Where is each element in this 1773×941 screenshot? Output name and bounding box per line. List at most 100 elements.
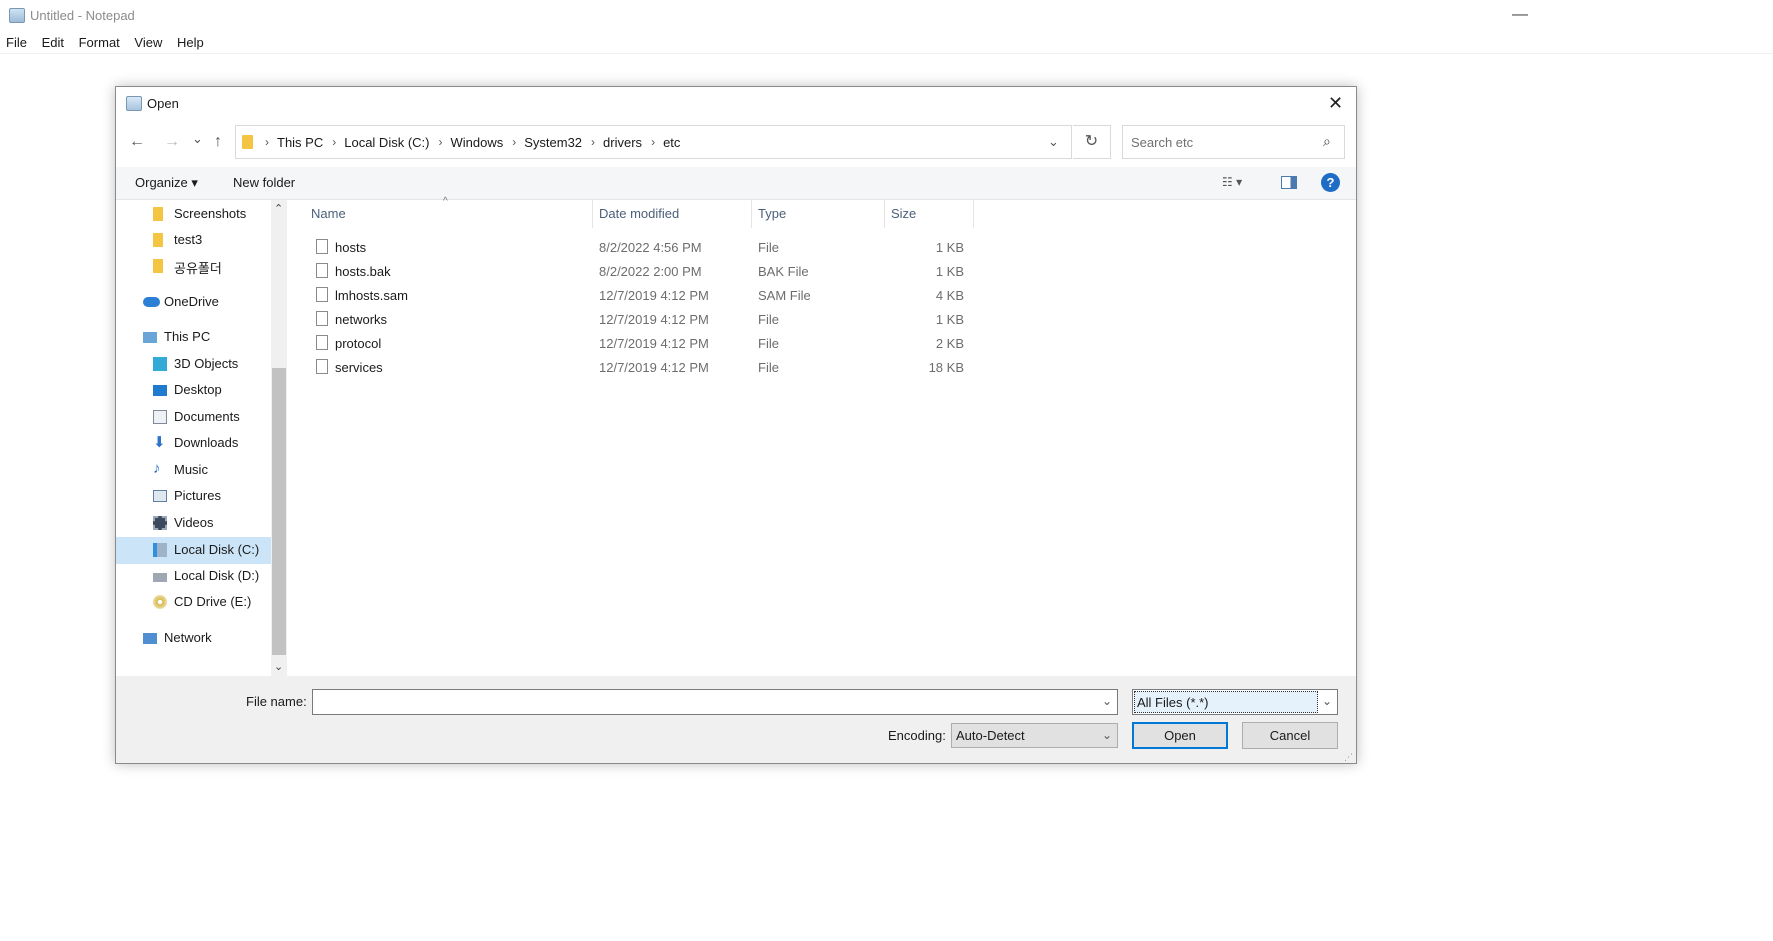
file-icon	[316, 239, 328, 254]
file-row[interactable]: protocol 12/7/2019 4:12 PM File 2 KB	[288, 331, 988, 355]
nav-item-this-pc[interactable]: This PC	[143, 327, 271, 351]
breadcrumb-drivers[interactable]: drivers	[603, 135, 642, 150]
column-divider[interactable]	[592, 200, 593, 228]
nav-scrollbar[interactable]: ⌃ ⌄	[271, 200, 287, 676]
search-input[interactable]: Search etc ⌕	[1122, 125, 1345, 159]
scroll-thumb[interactable]	[272, 368, 286, 655]
nav-item-label: Downloads	[174, 435, 239, 450]
recent-locations-icon[interactable]: ⌄	[192, 131, 203, 147]
encoding-select[interactable]: Auto-Detect ⌄	[951, 723, 1118, 748]
file-size: 2 KB	[935, 336, 964, 351]
change-view-icon[interactable]: ☷ ▾	[1222, 175, 1242, 189]
breadcrumb-this-pc[interactable]: This PC	[277, 135, 323, 150]
menu-file[interactable]: File	[6, 34, 27, 50]
nav-item-desktop[interactable]: Desktop	[153, 380, 271, 404]
nav-item-label: test3	[174, 232, 203, 247]
notepad-titlebar: Untitled - Notepad —	[0, 0, 1773, 32]
nav-item-label: 공유폴더	[174, 261, 222, 276]
file-size: 4 KB	[935, 288, 964, 303]
file-name-input[interactable]: ⌄	[312, 689, 1118, 715]
file-type: BAK File	[758, 264, 809, 279]
encoding-value: Auto-Detect	[956, 728, 1025, 743]
nav-item-pictures[interactable]: Pictures	[153, 486, 271, 510]
menu-format[interactable]: Format	[79, 34, 120, 50]
folder-icon	[153, 233, 163, 247]
nav-item-test3[interactable]: test3	[153, 230, 271, 254]
minimize-icon[interactable]: —	[1512, 6, 1528, 24]
nav-item-shared-folder[interactable]: 공유폴더	[153, 256, 271, 280]
scroll-up-icon[interactable]: ⌃	[274, 202, 283, 215]
cd-icon	[153, 595, 167, 609]
file-type: File	[758, 240, 779, 255]
address-bar[interactable]: › This PC › Local Disk (C:) › Windows › …	[235, 125, 1072, 159]
chevron-down-icon[interactable]: ⌄	[1102, 728, 1112, 742]
open-button[interactable]: Open	[1132, 722, 1228, 749]
chevron-right-icon[interactable]: ›	[429, 135, 450, 150]
column-header-date[interactable]: Date modified	[599, 206, 679, 221]
menu-help[interactable]: Help	[177, 34, 204, 50]
back-arrow-icon[interactable]: ←	[129, 133, 145, 151]
column-header-size[interactable]: Size	[891, 206, 916, 221]
forward-arrow-icon[interactable]: →	[164, 133, 180, 151]
column-header-type[interactable]: Type	[758, 206, 786, 221]
nav-item-music[interactable]: ♪ Music	[153, 460, 271, 484]
file-row[interactable]: lmhosts.sam 12/7/2019 4:12 PM SAM File 4…	[288, 283, 988, 307]
scroll-down-icon[interactable]: ⌄	[274, 660, 283, 673]
resize-grip-icon[interactable]: ⋰	[1344, 752, 1353, 763]
chevron-right-icon[interactable]: ›	[503, 135, 524, 150]
nav-item-documents[interactable]: Documents	[153, 407, 271, 431]
file-icon	[316, 335, 328, 350]
file-row[interactable]: networks 12/7/2019 4:12 PM File 1 KB	[288, 307, 988, 331]
file-name: hosts.bak	[335, 264, 391, 279]
nav-item-videos[interactable]: Videos	[153, 513, 271, 537]
close-icon[interactable]: ✕	[1328, 93, 1343, 114]
nav-item-3d-objects[interactable]: 3D Objects	[153, 354, 271, 378]
nav-item-screenshots[interactable]: Screenshots	[153, 204, 271, 228]
search-icon[interactable]: ⌕	[1323, 133, 1331, 150]
chevron-down-icon[interactable]: ⌄	[1048, 134, 1059, 150]
file-list: Name ^ Date modified Type Size hosts 8/2…	[288, 196, 1356, 676]
preview-pane-icon[interactable]	[1281, 176, 1297, 189]
cancel-button[interactable]: Cancel	[1242, 722, 1338, 749]
nav-item-label: 3D Objects	[174, 356, 239, 371]
breadcrumb-system32[interactable]: System32	[524, 135, 582, 150]
column-divider[interactable]	[973, 200, 974, 228]
refresh-icon[interactable]: ↻	[1073, 125, 1111, 159]
nav-item-downloads[interactable]: ⬇ Downloads	[153, 433, 271, 457]
breadcrumb-local-disk-c[interactable]: Local Disk (C:)	[344, 135, 429, 150]
nav-item-local-disk-c[interactable]: Local Disk (C:)	[116, 537, 271, 564]
file-name: lmhosts.sam	[335, 288, 408, 303]
notepad-icon	[9, 8, 25, 23]
organize-button[interactable]: Organize ▾	[135, 175, 198, 191]
nav-item-cd-drive-e[interactable]: CD Drive (E:)	[153, 592, 271, 616]
file-type: File	[758, 336, 779, 351]
column-divider[interactable]	[884, 200, 885, 228]
file-row[interactable]: services 12/7/2019 4:12 PM File 18 KB	[288, 355, 988, 379]
up-arrow-icon[interactable]: ↑	[214, 133, 222, 151]
file-icon	[316, 359, 328, 374]
chevron-right-icon[interactable]: ›	[323, 135, 344, 150]
nav-item-network[interactable]: Network	[143, 628, 271, 652]
menu-edit[interactable]: Edit	[42, 34, 64, 50]
column-divider[interactable]	[751, 200, 752, 228]
chevron-right-icon[interactable]: ›	[256, 135, 277, 150]
help-icon[interactable]: ?	[1321, 173, 1340, 192]
breadcrumb-etc[interactable]: etc	[663, 135, 680, 150]
file-type-select[interactable]: All Files (*.*) ⌄	[1132, 689, 1338, 715]
notepad-menubar: File Edit Format View Help	[0, 34, 1773, 54]
file-row[interactable]: hosts.bak 8/2/2022 2:00 PM BAK File 1 KB	[288, 259, 988, 283]
file-row[interactable]: hosts 8/2/2022 4:56 PM File 1 KB	[288, 235, 988, 259]
chevron-down-icon[interactable]: ⌄	[1322, 694, 1332, 708]
new-folder-button[interactable]: New folder	[233, 175, 295, 190]
nav-item-label: Network	[164, 630, 212, 645]
nav-item-onedrive[interactable]: OneDrive	[143, 292, 271, 316]
chevron-right-icon[interactable]: ›	[642, 135, 663, 150]
nav-item-local-disk-d[interactable]: Local Disk (D:)	[153, 566, 271, 590]
dialog-footer: File name: ⌄ All Files (*.*) ⌄ Encoding:…	[116, 676, 1356, 763]
chevron-right-icon[interactable]: ›	[582, 135, 603, 150]
chevron-down-icon[interactable]: ⌄	[1102, 694, 1112, 708]
column-header-name[interactable]: Name	[311, 206, 346, 221]
dialog-icon	[126, 96, 142, 111]
breadcrumb-windows[interactable]: Windows	[450, 135, 503, 150]
menu-view[interactable]: View	[134, 34, 162, 50]
